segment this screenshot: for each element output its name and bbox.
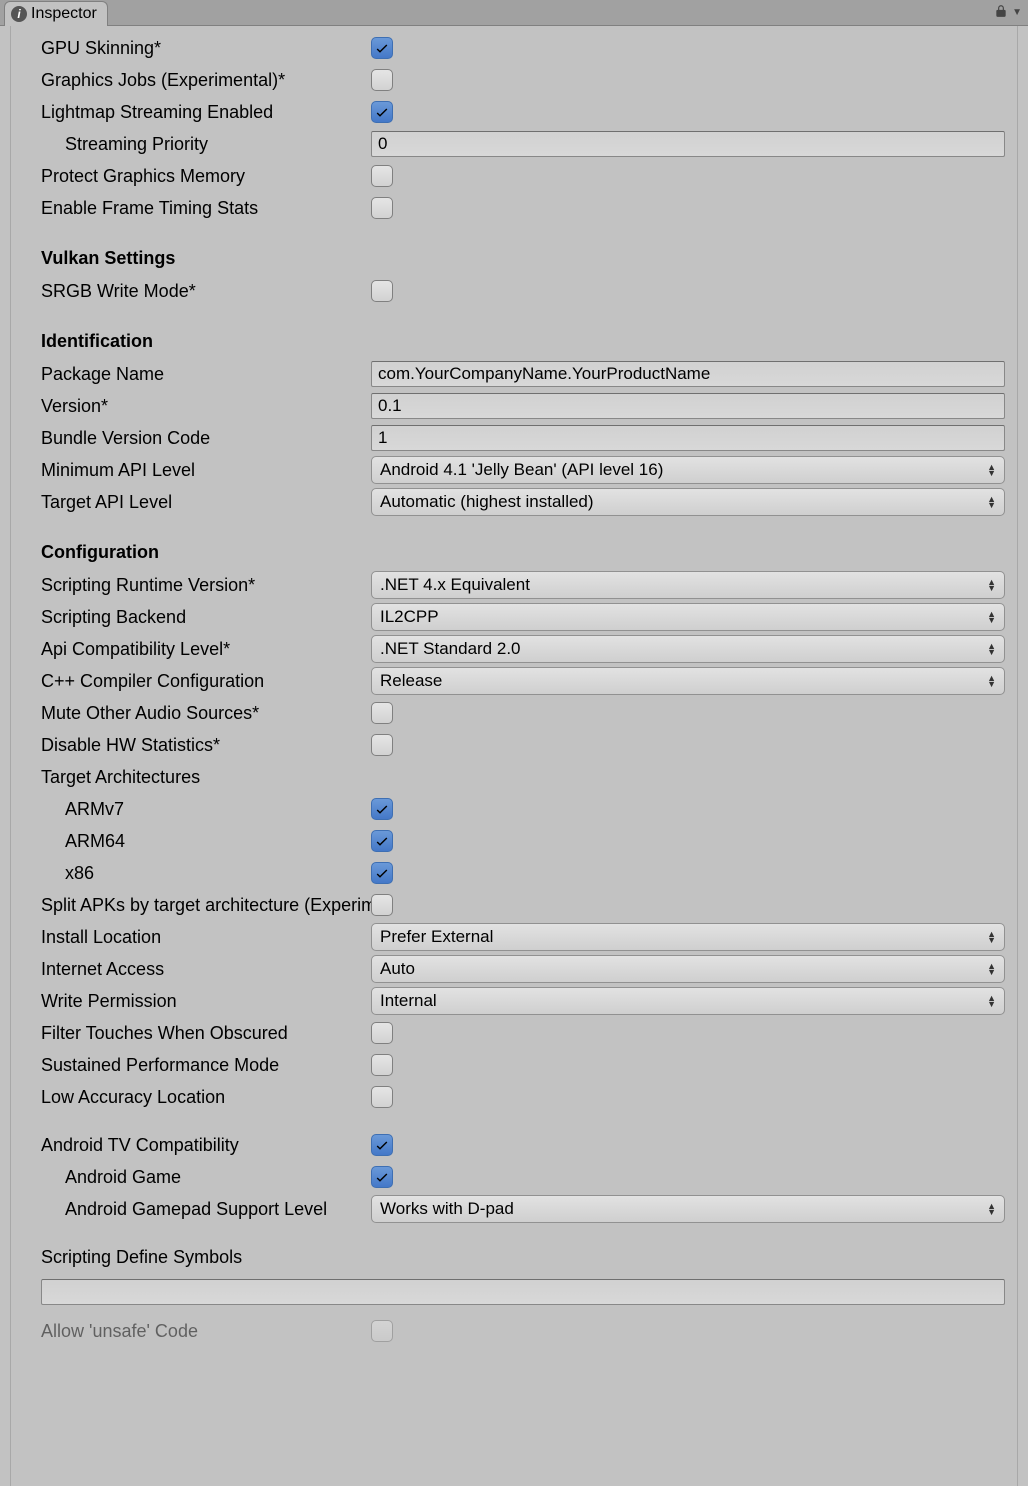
label-version: Version*: [41, 396, 371, 417]
label-allow-unsafe: Allow 'unsafe' Code: [41, 1321, 371, 1342]
checkbox-arm64[interactable]: [371, 830, 393, 852]
input-bundle-version-code[interactable]: [371, 425, 1005, 451]
updown-icon: ▲▼: [987, 611, 996, 623]
select-scripting-runtime-value: .NET 4.x Equivalent: [380, 575, 530, 595]
label-scripting-backend: Scripting Backend: [41, 607, 371, 628]
checkbox-gpu-skinning[interactable]: [371, 37, 393, 59]
label-streaming-priority: Streaming Priority: [41, 134, 371, 155]
checkbox-sustained-perf[interactable]: [371, 1054, 393, 1076]
label-x86: x86: [41, 863, 371, 884]
checkbox-allow-unsafe[interactable]: [371, 1320, 393, 1342]
tab-bar: i Inspector ▼: [0, 0, 1028, 26]
select-target-api[interactable]: Automatic (highest installed) ▲▼: [371, 488, 1005, 516]
label-filter-touches: Filter Touches When Obscured: [41, 1023, 371, 1044]
input-version[interactable]: [371, 393, 1005, 419]
section-configuration: Configuration: [41, 542, 1005, 563]
label-internet-access: Internet Access: [41, 959, 371, 980]
label-gamepad-support: Android Gamepad Support Level: [41, 1199, 371, 1220]
label-android-tv: Android TV Compatibility: [41, 1135, 371, 1156]
checkbox-x86[interactable]: [371, 862, 393, 884]
label-sustained-perf: Sustained Performance Mode: [41, 1055, 371, 1076]
select-scripting-backend-value: IL2CPP: [380, 607, 439, 627]
section-vulkan: Vulkan Settings: [41, 248, 1005, 269]
label-low-accuracy: Low Accuracy Location: [41, 1087, 371, 1108]
select-target-api-value: Automatic (highest installed): [380, 492, 594, 512]
updown-icon: ▲▼: [987, 464, 996, 476]
label-api-compat: Api Compatibility Level*: [41, 639, 371, 660]
label-arm64: ARM64: [41, 831, 371, 852]
input-streaming-priority[interactable]: [371, 131, 1005, 157]
label-target-api: Target API Level: [41, 492, 371, 513]
select-min-api-value: Android 4.1 'Jelly Bean' (API level 16): [380, 460, 663, 480]
select-gamepad-support-value: Works with D-pad: [380, 1199, 514, 1219]
checkbox-android-tv[interactable]: [371, 1134, 393, 1156]
input-package-name[interactable]: [371, 361, 1005, 387]
label-min-api: Minimum API Level: [41, 460, 371, 481]
select-install-location-value: Prefer External: [380, 927, 493, 947]
label-gpu-skinning: GPU Skinning*: [41, 38, 371, 59]
updown-icon: ▲▼: [987, 963, 996, 975]
select-cpp-compiler-value: Release: [380, 671, 442, 691]
checkbox-mute-other[interactable]: [371, 702, 393, 724]
updown-icon: ▲▼: [987, 643, 996, 655]
section-identification: Identification: [41, 331, 1005, 352]
lock-icon[interactable]: [994, 4, 1008, 21]
label-scripting-runtime: Scripting Runtime Version*: [41, 575, 371, 596]
updown-icon: ▲▼: [987, 675, 996, 687]
label-cpp-compiler: C++ Compiler Configuration: [41, 671, 371, 692]
checkbox-low-accuracy[interactable]: [371, 1086, 393, 1108]
updown-icon: ▲▼: [987, 496, 996, 508]
label-srgb-write: SRGB Write Mode*: [41, 281, 371, 302]
checkbox-srgb-write[interactable]: [371, 280, 393, 302]
tab-inspector[interactable]: i Inspector: [4, 1, 108, 26]
checkbox-android-game[interactable]: [371, 1166, 393, 1188]
updown-icon: ▲▼: [987, 1203, 996, 1215]
select-write-permission[interactable]: Internal ▲▼: [371, 987, 1005, 1015]
input-scripting-define[interactable]: [41, 1279, 1005, 1305]
select-internet-access[interactable]: Auto ▲▼: [371, 955, 1005, 983]
checkbox-filter-touches[interactable]: [371, 1022, 393, 1044]
select-gamepad-support[interactable]: Works with D-pad ▲▼: [371, 1195, 1005, 1223]
select-install-location[interactable]: Prefer External ▲▼: [371, 923, 1005, 951]
label-android-game: Android Game: [41, 1167, 371, 1188]
select-min-api[interactable]: Android 4.1 'Jelly Bean' (API level 16) ▲…: [371, 456, 1005, 484]
label-split-apk: Split APKs by target architecture (Exper…: [41, 895, 371, 916]
checkbox-armv7[interactable]: [371, 798, 393, 820]
label-armv7: ARMv7: [41, 799, 371, 820]
label-bundle-version-code: Bundle Version Code: [41, 428, 371, 449]
select-internet-access-value: Auto: [380, 959, 415, 979]
label-frame-timing: Enable Frame Timing Stats: [41, 198, 371, 219]
label-disable-hw: Disable HW Statistics*: [41, 735, 371, 756]
label-scripting-define: Scripting Define Symbols: [41, 1247, 242, 1268]
label-install-location: Install Location: [41, 927, 371, 948]
checkbox-protect-graphics[interactable]: [371, 165, 393, 187]
label-package-name: Package Name: [41, 364, 371, 385]
info-icon: i: [11, 6, 27, 22]
label-mute-other: Mute Other Audio Sources*: [41, 703, 371, 724]
select-api-compat-value: .NET Standard 2.0: [380, 639, 521, 659]
lock-area: ▼: [994, 0, 1028, 25]
select-api-compat[interactable]: .NET Standard 2.0 ▲▼: [371, 635, 1005, 663]
dropdown-icon[interactable]: ▼: [1012, 7, 1022, 18]
updown-icon: ▲▼: [987, 995, 996, 1007]
select-scripting-backend[interactable]: IL2CPP ▲▼: [371, 603, 1005, 631]
select-write-permission-value: Internal: [380, 991, 437, 1011]
select-cpp-compiler[interactable]: Release ▲▼: [371, 667, 1005, 695]
updown-icon: ▲▼: [987, 931, 996, 943]
checkbox-split-apk[interactable]: [371, 894, 393, 916]
updown-icon: ▲▼: [987, 579, 996, 591]
checkbox-graphics-jobs[interactable]: [371, 69, 393, 91]
label-lightmap-streaming: Lightmap Streaming Enabled: [41, 102, 371, 123]
checkbox-frame-timing[interactable]: [371, 197, 393, 219]
label-protect-graphics: Protect Graphics Memory: [41, 166, 371, 187]
label-write-permission: Write Permission: [41, 991, 371, 1012]
checkbox-lightmap-streaming[interactable]: [371, 101, 393, 123]
label-graphics-jobs: Graphics Jobs (Experimental)*: [41, 70, 371, 91]
label-target-arch: Target Architectures: [41, 767, 371, 788]
select-scripting-runtime[interactable]: .NET 4.x Equivalent ▲▼: [371, 571, 1005, 599]
tab-title: Inspector: [31, 5, 97, 23]
checkbox-disable-hw[interactable]: [371, 734, 393, 756]
